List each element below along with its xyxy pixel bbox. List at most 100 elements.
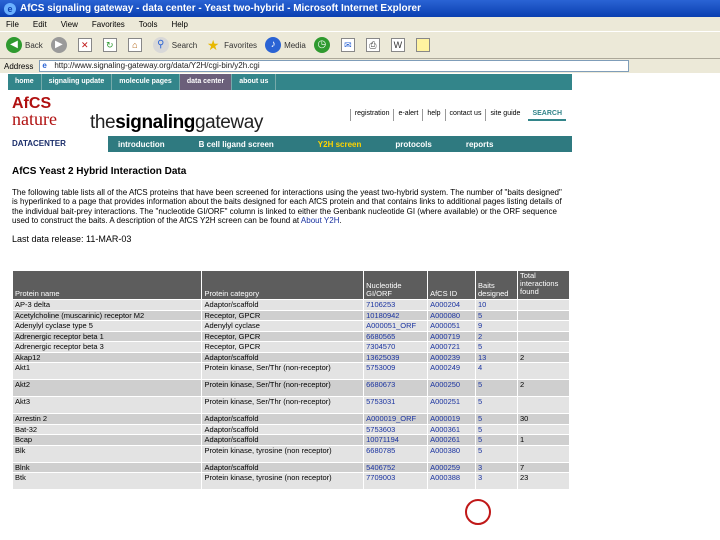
cell-afcs-id-link[interactable]: A000721: [427, 341, 477, 353]
search-button[interactable]: ⚲ Search: [152, 37, 197, 53]
cell-baits-link[interactable]: 5: [475, 444, 518, 463]
discuss-button[interactable]: [415, 38, 433, 52]
col-protein-category[interactable]: Protein category: [201, 270, 365, 300]
cell-baits-link[interactable]: 3: [475, 472, 518, 490]
nav-molecule-pages[interactable]: molecule pages: [112, 74, 180, 90]
cell-afcs-id-link[interactable]: A000361: [427, 423, 477, 435]
table-row: Blk Protein kinase, tyrosine (non recepto…: [11, 444, 571, 463]
home-icon: ⌂: [127, 38, 142, 52]
menu-tools[interactable]: Tools: [139, 20, 158, 29]
cell-nucleotide-link[interactable]: 10071194: [363, 434, 429, 446]
cell-afcs-id-link[interactable]: A000250: [427, 379, 477, 397]
cell-baits-link[interactable]: 5: [475, 309, 518, 321]
cell-nucleotide-link[interactable]: A000051_ORF: [363, 320, 429, 332]
util-e-alert[interactable]: e-alert: [393, 109, 422, 121]
about-y2h-link[interactable]: About Y2H: [301, 216, 340, 225]
cell-baits-link[interactable]: 10: [475, 299, 518, 311]
cell-afcs-id-link[interactable]: A000249: [427, 362, 477, 380]
favorites-button[interactable]: ★ Favorites: [205, 37, 257, 53]
address-input[interactable]: http://www.signaling-gateway.org/data/Y2…: [39, 60, 630, 72]
header-logo-row: AfCS nature thesignalinggateway registra…: [8, 90, 572, 136]
cell-afcs-id-link[interactable]: A000719: [427, 330, 477, 342]
cell-afcs-id-link[interactable]: A000019: [427, 413, 477, 425]
cell-afcs-id-link[interactable]: A000261: [427, 434, 477, 446]
cell-nucleotide-link[interactable]: A000019_ORF: [363, 413, 429, 425]
table-row: Acetylcholine (muscarinic) receptor M2 Re…: [11, 309, 571, 321]
cell-nucleotide-link[interactable]: 6680673: [363, 379, 429, 397]
window-title: AfCS signaling gateway - data center - Y…: [20, 3, 422, 14]
edit-button[interactable]: W: [390, 38, 408, 52]
home-button[interactable]: ⌂: [127, 38, 145, 52]
cell-baits-link[interactable]: 9: [475, 320, 518, 332]
refresh-button[interactable]: ↻: [102, 38, 120, 52]
menu-file[interactable]: File: [6, 20, 19, 29]
cell-baits-link[interactable]: 5: [475, 423, 518, 435]
table-row: Akap12 Adaptor/scaffold 13625039 A000239 13 2: [11, 351, 571, 363]
cell-afcs-id-link[interactable]: A000251: [427, 396, 477, 414]
cell-nucleotide-link[interactable]: 5753031: [363, 396, 429, 414]
cell-nucleotide-link[interactable]: 5753603: [363, 423, 429, 435]
cell-afcs-id-link[interactable]: A000388: [427, 472, 477, 490]
cell-baits-link[interactable]: 3: [475, 461, 518, 473]
sec-y2h-screen[interactable]: Y2H screen: [318, 140, 362, 149]
nav-signaling-update[interactable]: signaling update: [41, 74, 113, 90]
cell-afcs-id-link[interactable]: A000051: [427, 320, 477, 332]
util-site-guide[interactable]: site guide: [485, 109, 524, 121]
cell-baits-link[interactable]: 5: [475, 434, 518, 446]
history-button[interactable]: ◷: [313, 37, 333, 53]
cell-nucleotide-link[interactable]: 13625039: [363, 351, 429, 363]
media-button[interactable]: ♪ Media: [265, 37, 306, 53]
cell-afcs-id-link[interactable]: A000080: [427, 309, 477, 321]
col-nucleotide[interactable]: Nucleotide GI/ORF: [363, 270, 429, 300]
cell-nucleotide-link[interactable]: 5753009: [363, 362, 429, 380]
menu-help[interactable]: Help: [171, 20, 187, 29]
col-afcs-id[interactable]: AfCS ID: [427, 270, 477, 300]
col-protein-name[interactable]: Protein name: [11, 270, 203, 300]
nav-about-us[interactable]: about us: [232, 74, 277, 90]
cell-afcs-id-link[interactable]: A000204: [427, 299, 477, 311]
mail-button[interactable]: ✉: [340, 38, 358, 52]
signaling-gateway-logo[interactable]: thesignalinggateway: [90, 112, 263, 134]
cell-protein-name: Bcap: [11, 434, 203, 446]
cell-baits-link[interactable]: 4: [475, 362, 518, 380]
cell-baits-link[interactable]: 5: [475, 379, 518, 397]
cell-baits-link[interactable]: 5: [475, 413, 518, 425]
table-row: Akt3 Protein kinase, Ser/Thr (non-recepto…: [11, 396, 571, 414]
forward-button[interactable]: ▶: [50, 37, 70, 53]
menu-favorites[interactable]: Favorites: [92, 20, 125, 29]
cell-nucleotide-link[interactable]: 6680785: [363, 444, 429, 463]
cell-nucleotide-link[interactable]: 10180942: [363, 309, 429, 321]
cell-afcs-id-link[interactable]: A000259: [427, 461, 477, 473]
back-button[interactable]: ◀ Back: [6, 37, 43, 53]
cell-interactions: [516, 341, 571, 353]
col-baits-designed[interactable]: Baits designed: [475, 270, 518, 300]
cell-nucleotide-link[interactable]: 7106253: [363, 299, 429, 311]
afcs-nature-logo[interactable]: AfCS nature: [12, 96, 72, 129]
cell-nucleotide-link[interactable]: 7304570: [363, 341, 429, 353]
util-help[interactable]: help: [422, 109, 444, 121]
col-total-interactions[interactable]: Total interactions found: [516, 270, 571, 300]
cell-baits-link[interactable]: 2: [475, 330, 518, 342]
cell-nucleotide-link[interactable]: 7709003: [363, 472, 429, 490]
mail-icon: ✉: [340, 38, 355, 52]
nav-home[interactable]: home: [8, 74, 42, 90]
sec-b-cell-ligand-screen[interactable]: B cell ligand screen: [199, 140, 274, 149]
cell-afcs-id-link[interactable]: A000239: [427, 351, 477, 363]
sec-introduction[interactable]: introduction: [118, 140, 165, 149]
cell-afcs-id-link[interactable]: A000380: [427, 444, 477, 463]
util-search[interactable]: SEARCH: [528, 109, 566, 121]
menu-edit[interactable]: Edit: [33, 20, 47, 29]
stop-button[interactable]: ✕: [77, 38, 95, 52]
cell-nucleotide-link[interactable]: 5406752: [363, 461, 429, 473]
cell-baits-link[interactable]: 5: [475, 396, 518, 414]
sec-reports[interactable]: reports: [466, 140, 494, 149]
print-button[interactable]: ⎙: [365, 38, 383, 52]
util-registration[interactable]: registration: [349, 109, 394, 121]
nav-data-center[interactable]: data center: [179, 74, 233, 90]
menu-view[interactable]: View: [61, 20, 78, 29]
util-contact-us[interactable]: contact us: [444, 109, 486, 121]
cell-baits-link[interactable]: 13: [475, 351, 518, 363]
cell-baits-link[interactable]: 5: [475, 341, 518, 353]
cell-nucleotide-link[interactable]: 6680565: [363, 330, 429, 342]
sec-protocols[interactable]: protocols: [395, 140, 431, 149]
